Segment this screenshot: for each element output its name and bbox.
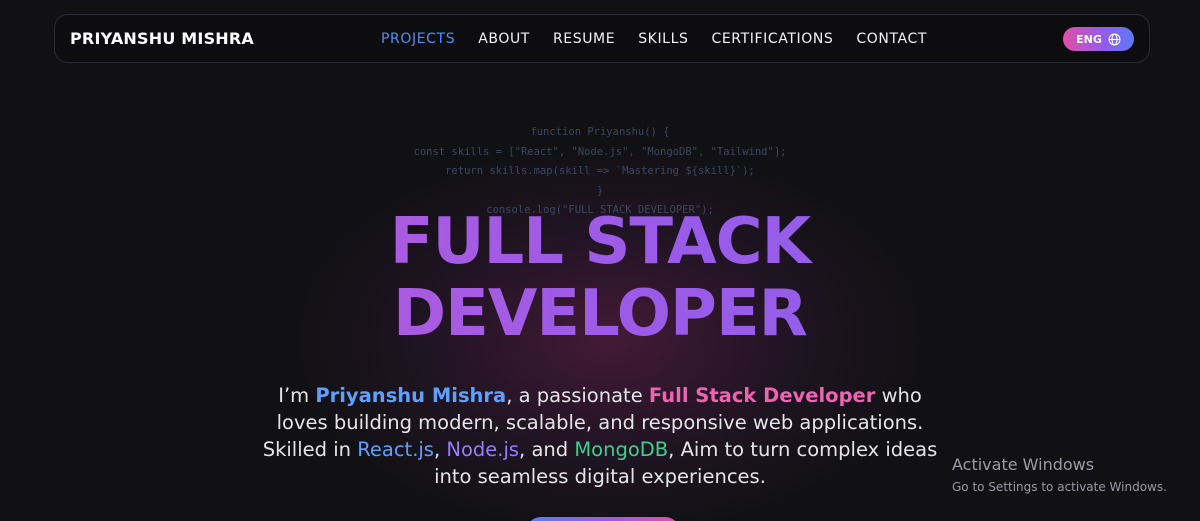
nav-link-projects[interactable]: PROJECTS xyxy=(381,31,455,47)
page: PRIYANSHU MISHRA PROJECTS ABOUT RESUME S… xyxy=(0,0,1200,521)
nav-link-contact[interactable]: CONTACT xyxy=(856,31,927,47)
intro-tech-react: React.js xyxy=(357,438,434,461)
code-line: return skills.map(skill => `Mastering ${… xyxy=(445,165,755,177)
intro-role: Full Stack Developer xyxy=(648,384,876,407)
intro-tech-mongodb: MongoDB xyxy=(574,438,669,461)
globe-icon xyxy=(1108,33,1121,45)
nav-link-certifications[interactable]: CERTIFICATIONS xyxy=(711,31,833,47)
windows-activation-watermark: Activate Windows Go to Settings to activ… xyxy=(952,455,1167,499)
language-toggle-button[interactable]: ENG xyxy=(1063,27,1134,51)
cta-button[interactable] xyxy=(526,517,680,521)
intro-text: I’m xyxy=(278,384,316,407)
intro-text: , xyxy=(433,438,447,461)
intro-text: , and xyxy=(519,438,575,461)
headline-line-1: FULL STACK xyxy=(0,206,1200,278)
watermark-subtitle: Go to Settings to activate Windows. xyxy=(952,480,1167,494)
code-line: function Priyanshu() { xyxy=(530,126,670,138)
intro-tech-node: Node.js xyxy=(446,438,520,461)
headline-line-2: DEVELOPER xyxy=(0,278,1200,350)
hero-intro: I’m Priyanshu Mishra, a passionate Full … xyxy=(260,382,940,490)
nav-link-skills[interactable]: SKILLS xyxy=(638,31,688,47)
hero-headline: FULL STACK DEVELOPER xyxy=(0,206,1200,350)
language-label: ENG xyxy=(1076,32,1102,46)
code-line: const skills = ["React", "Node.js", "Mon… xyxy=(413,145,787,158)
nav-link-about[interactable]: ABOUT xyxy=(478,31,530,47)
watermark-title: Activate Windows xyxy=(952,455,1095,474)
nav-links: PROJECTS ABOUT RESUME SKILLS CERTIFICATI… xyxy=(381,31,950,47)
code-line: } xyxy=(596,184,604,197)
nav-link-resume[interactable]: RESUME xyxy=(553,31,615,47)
intro-text: , a passionate xyxy=(506,384,649,407)
brand-logo[interactable]: PRIYANSHU MISHRA xyxy=(70,29,254,48)
intro-name: Priyanshu Mishra xyxy=(315,384,507,407)
navbar: PRIYANSHU MISHRA PROJECTS ABOUT RESUME S… xyxy=(54,14,1150,63)
